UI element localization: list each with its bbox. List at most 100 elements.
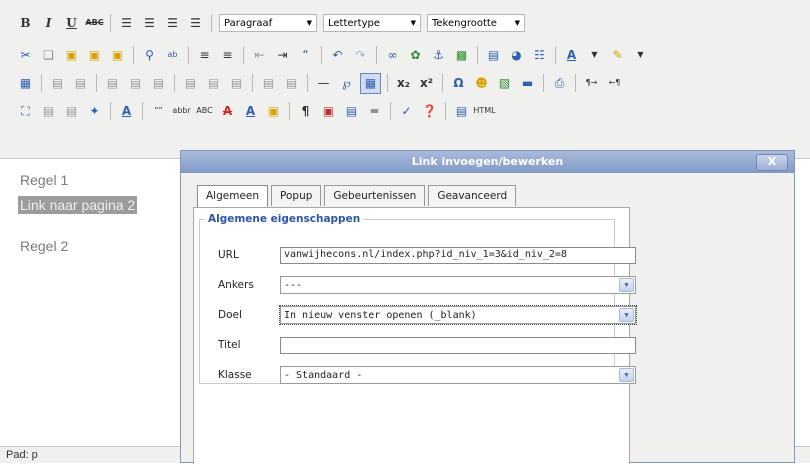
tab-geavanceerd[interactable]: Geavanceerd	[428, 185, 517, 206]
insert-row-icon[interactable]: ▤	[227, 74, 246, 93]
print-icon[interactable]: ⎙	[550, 74, 569, 93]
remove-format-icon[interactable]: ℘	[337, 74, 356, 93]
paste-word-icon[interactable]: ▣	[108, 46, 127, 65]
help-icon[interactable]: ❓	[420, 102, 439, 121]
insert-row-icon[interactable]: ▤	[126, 74, 145, 93]
insert-row-icon[interactable]: ▤	[103, 74, 122, 93]
editor-line-1[interactable]: Regel 1	[20, 172, 68, 188]
underline-icon[interactable]: U	[62, 14, 81, 33]
indent-icon[interactable]: ⇥	[273, 46, 292, 65]
titel-input[interactable]	[280, 337, 636, 354]
styleprops-icon[interactable]: ✦	[85, 102, 104, 121]
cite-icon[interactable]: “”	[149, 102, 168, 121]
font-color-icon[interactable]: A	[562, 46, 581, 65]
url-input[interactable]: vanwijhecons.nl/index.php?id_niv_1=3&id_…	[280, 247, 636, 264]
strikethrough-icon[interactable]: ABC	[85, 14, 104, 33]
table-icon[interactable]: ▦	[16, 74, 35, 93]
close-button[interactable]: X	[756, 154, 788, 171]
styleprops-icon[interactable]: A	[117, 102, 136, 121]
dialog-title-bar[interactable]: Link invoegen/bewerken X	[181, 151, 794, 173]
ins-icon[interactable]: A	[241, 102, 260, 121]
image-icon[interactable]: ▩	[452, 46, 471, 65]
visual-aid-icon[interactable]: ▦	[360, 72, 381, 94]
klasse-select[interactable]: - Standaard - ▼	[280, 366, 636, 384]
element-path[interactable]: Pad: p	[6, 449, 38, 461]
align-left-icon[interactable]: ☰	[117, 14, 136, 33]
undo-icon[interactable]: ↶	[328, 46, 347, 65]
attribs-icon[interactable]: ▣	[264, 102, 283, 121]
ltr-icon[interactable]: ¶→	[582, 74, 601, 93]
horizontal-rule-icon[interactable]: —	[314, 74, 333, 93]
blockquote-icon[interactable]: “	[296, 46, 315, 65]
copy-icon[interactable]: ❏	[39, 46, 58, 65]
toolbar-separator	[252, 74, 253, 92]
html-icon[interactable]: HTML	[473, 102, 495, 121]
template-icon[interactable]: ▣	[319, 102, 338, 121]
advhr-icon[interactable]: ▬	[518, 74, 537, 93]
tab-popup[interactable]: Popup	[271, 185, 322, 206]
ankers-select[interactable]: --- ▼	[280, 276, 636, 294]
subscript-icon[interactable]: x₂	[394, 74, 413, 93]
chevron-down-icon[interactable]: ▼	[585, 46, 604, 65]
row-props-icon[interactable]: ▤	[48, 74, 67, 93]
selected-link-text[interactable]: Link naar pagina 2	[18, 196, 138, 214]
insert-layer-icon[interactable]: ▤	[39, 102, 58, 121]
format-select-value: Paragraaf	[224, 17, 273, 29]
pagebreak-icon[interactable]: ═	[365, 102, 384, 121]
toolbar-separator	[211, 14, 212, 32]
font-select[interactable]: Lettertype ▼	[323, 14, 421, 32]
find-icon[interactable]: ⚲	[140, 46, 159, 65]
cell-props-icon[interactable]: ▤	[71, 74, 90, 93]
paste-text-icon[interactable]: ▣	[85, 46, 104, 65]
format-select[interactable]: Paragraaf ▼	[219, 14, 317, 32]
insert-row-icon[interactable]: ▤	[204, 74, 223, 93]
numbered-list-icon[interactable]: ≡	[218, 46, 237, 65]
emoticons-icon[interactable]: ☻	[472, 74, 491, 93]
editor-line-2[interactable]: Regel 2	[20, 238, 68, 254]
html-icon[interactable]: ▤	[452, 102, 471, 121]
anchor-icon[interactable]: ⚓	[429, 46, 448, 65]
pagebreak-icon[interactable]: ▤	[342, 102, 361, 121]
abbr-icon[interactable]: abbr	[172, 102, 191, 121]
acronym-icon[interactable]: ABC	[195, 102, 214, 121]
tab-gebeurtenissen[interactable]: Gebeurtenissen	[324, 185, 426, 206]
replace-icon[interactable]: ab	[163, 46, 182, 65]
cut-icon[interactable]: ✂	[16, 46, 35, 65]
ankers-value: ---	[284, 279, 303, 291]
align-right-icon[interactable]: ☰	[163, 14, 182, 33]
fullscreen-icon[interactable]: ⛶	[16, 102, 35, 121]
size-select[interactable]: Tekengrootte ▼	[427, 14, 525, 32]
pilcrow-icon[interactable]: ¶	[296, 102, 315, 121]
bold-icon[interactable]: B	[16, 14, 35, 33]
cleanup-icon[interactable]: ▤	[484, 46, 503, 65]
toolbar-separator	[110, 102, 111, 120]
highlight-icon[interactable]: ✎	[608, 46, 627, 65]
link-icon[interactable]: ∞	[383, 46, 402, 65]
insert-layer-icon[interactable]: ▤	[62, 102, 81, 121]
bullet-list-icon[interactable]: ≡	[195, 46, 214, 65]
outdent-icon[interactable]: ⇤	[250, 46, 269, 65]
help-icon[interactable]: ◕	[507, 46, 526, 65]
toolbar-separator	[390, 102, 391, 120]
charmap-icon[interactable]: Ω	[449, 74, 468, 93]
align-center-icon[interactable]: ☰	[140, 14, 159, 33]
insert-row-icon[interactable]: ▤	[149, 74, 168, 93]
chevron-down-icon[interactable]: ▼	[631, 46, 650, 65]
unlink-icon[interactable]: ✿	[406, 46, 425, 65]
code-icon[interactable]: ☷	[530, 46, 549, 65]
redo-icon[interactable]: ↷	[351, 46, 370, 65]
rtl-icon[interactable]: ←¶	[605, 74, 624, 93]
insert-row-icon[interactable]: ▤	[282, 74, 301, 93]
superscript-icon[interactable]: x²	[417, 74, 436, 93]
paste-icon[interactable]: ▣	[62, 46, 81, 65]
italic-icon[interactable]: I	[39, 14, 58, 33]
chevron-down-icon: ▼	[619, 368, 634, 382]
insert-row-icon[interactable]: ▤	[181, 74, 200, 93]
tab-algemeen[interactable]: Algemeen	[197, 185, 269, 207]
doel-select[interactable]: In nieuw venster openen (_blank) ▼	[279, 305, 637, 325]
media-icon[interactable]: ▧	[495, 74, 514, 93]
spellcheck-icon[interactable]: ✓	[397, 102, 416, 121]
insert-row-icon[interactable]: ▤	[259, 74, 278, 93]
align-justify-icon[interactable]: ☰	[186, 14, 205, 33]
del-icon[interactable]: A	[218, 102, 237, 121]
